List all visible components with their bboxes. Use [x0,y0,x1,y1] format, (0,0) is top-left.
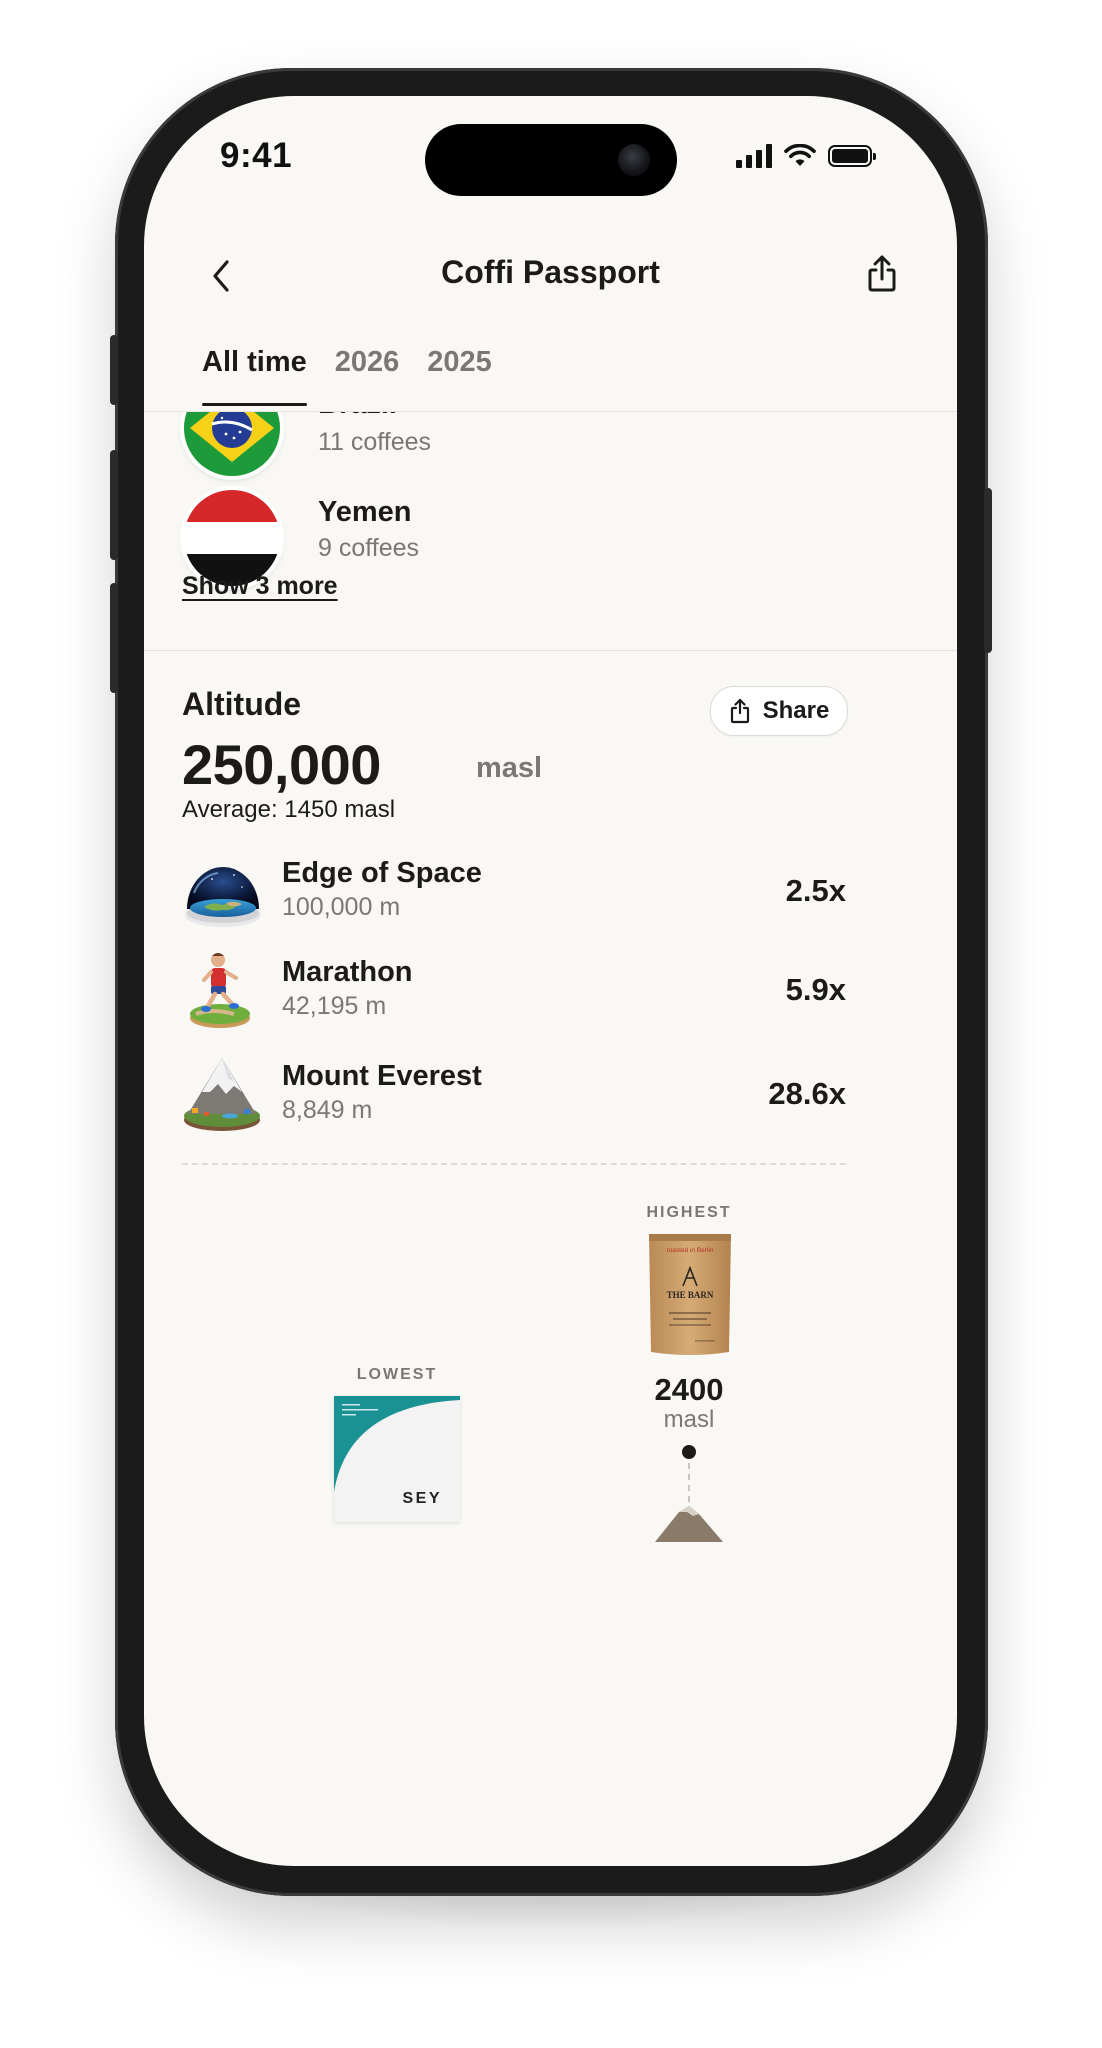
highest-altitude-unit: masl [663,1406,715,1433]
altitude-average: Average: 1450 masl [182,796,396,823]
comparison-multiplier: 5.9x [785,972,846,1007]
share-button-label: Share [762,697,830,724]
tab-2025[interactable]: 2025 [427,346,492,406]
app-screen: 9:41 Coffi Passport All time 2026 2025 1… [144,96,957,1866]
altitude-share-button[interactable]: Share [710,686,848,736]
mountain-peak-icon [655,1506,723,1542]
bag-top-text: roasted in Berlin [667,1247,714,1254]
bag-brand: THE BARN [667,1290,714,1300]
comparison-height: 100,000 m [282,893,401,921]
power-button [984,488,992,653]
front-camera [618,144,650,176]
comparison-multiplier: 28.6x [768,1076,846,1111]
page-title: Coffi Passport [441,254,660,290]
sey-brand-text: SEY [402,1490,442,1507]
comparison-row-edge-of-space: Edge of Space 100,000 m 2.5x [182,853,846,953]
lowest-caption: LOWEST [356,1366,438,1383]
share-icon[interactable] [862,252,902,296]
dashed-divider [182,1163,846,1165]
status-time: 9:41 [220,136,293,175]
wifi-icon [784,144,816,166]
share-icon [730,698,749,724]
comparison-height: 8,849 m [282,1096,373,1124]
country-coffee-count: 11 coffees [318,428,432,456]
list-item-country-brazil[interactable]: Brazil 11 coffees [184,412,924,480]
comparison-title: Mount Everest [282,1060,482,1092]
comparison-height: 42,195 m [282,992,387,1020]
highest-caption: HIGHEST [646,1204,732,1221]
tab-all-time[interactable]: All time [202,346,307,406]
brazil-flag-icon [184,412,280,476]
battery-icon [828,145,876,167]
mountain-icon [184,1058,260,1131]
comparison-row-marathon: Marathon 42,195 m 5.9x [182,948,846,1048]
runner-icon [190,953,250,1028]
section-divider [144,650,957,651]
comparison-row-mount-everest: Mount Everest 8,849 m 28.6x [182,1054,846,1154]
comparison-multiplier: 2.5x [785,873,846,908]
altitude-unit: masl [476,752,543,784]
comparison-title: Edge of Space [282,857,482,889]
comparison-title: Marathon [282,956,413,988]
altitude-marker-dot [682,1445,696,1459]
volume-up-button [110,450,118,560]
country-name: Brazil [318,412,397,421]
tab-2026[interactable]: 2026 [335,346,400,406]
scroll-content[interactable]: Brazil 11 coffees Yemen 9 coffees Show 3… [144,412,957,1866]
period-tabs: All time 2026 2025 [202,346,492,406]
altitude-total: 250,000 [182,733,381,796]
action-button [110,335,118,405]
show-more-link[interactable]: Show 3 more [182,572,338,601]
country-name: Yemen [318,496,412,528]
volume-down-button [110,583,118,693]
altitude-heading: Altitude [182,686,302,722]
highest-altitude-value: 2400 [654,1372,724,1407]
coffee-bag-image[interactable]: roasted in Berlin THE BARN [647,1232,733,1358]
earth-dome-icon [185,867,261,927]
country-coffee-count: 9 coffees [318,534,420,562]
status-icons [736,140,876,172]
cellular-signal-icon [736,144,772,168]
coffee-box-image[interactable]: SEY [334,1396,460,1522]
